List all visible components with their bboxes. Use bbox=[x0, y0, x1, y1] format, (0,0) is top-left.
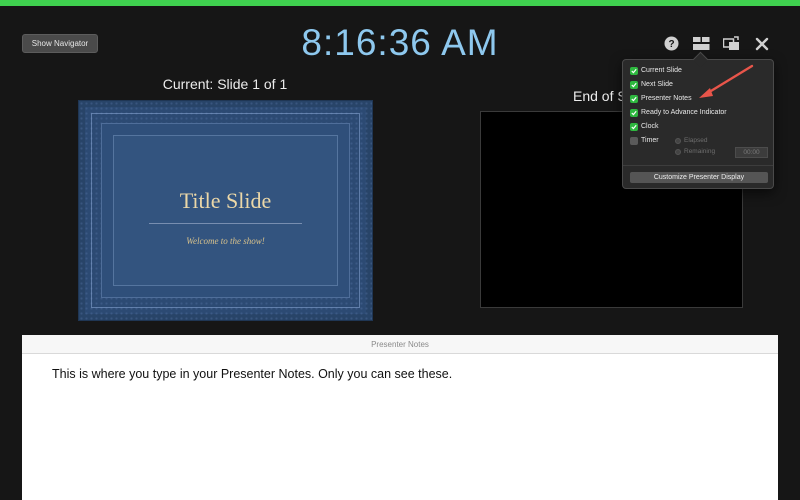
option-label: Timer bbox=[641, 137, 659, 144]
presenter-notes-panel: Presenter Notes This is where you type i… bbox=[22, 335, 778, 500]
checkbox-unchecked-icon[interactable] bbox=[630, 136, 638, 145]
option-current-slide[interactable]: Current Slide bbox=[630, 65, 682, 76]
option-label: Next Slide bbox=[641, 81, 673, 88]
option-label: Ready to Advance Indicator bbox=[641, 109, 727, 116]
radio-label: Elapsed bbox=[684, 137, 708, 144]
radio-icon bbox=[675, 148, 681, 155]
timer-elapsed-radio[interactable]: Elapsed bbox=[675, 137, 708, 144]
help-icon[interactable]: ? bbox=[663, 35, 680, 52]
ready-indicator-bar bbox=[0, 0, 800, 6]
layout-options-popover: Current Slide Next Slide Presenter Notes… bbox=[622, 59, 774, 189]
presenter-notes-text[interactable]: This is where you type in your Presenter… bbox=[22, 354, 778, 394]
show-navigator-button[interactable]: Show Navigator bbox=[22, 34, 98, 53]
layout-icon[interactable] bbox=[693, 35, 710, 52]
timer-duration-field[interactable]: 00:00 bbox=[735, 147, 768, 158]
svg-text:?: ? bbox=[668, 39, 674, 50]
radio-icon bbox=[675, 137, 681, 144]
checkbox-checked-icon[interactable] bbox=[630, 66, 638, 75]
option-label: Clock bbox=[641, 123, 659, 130]
customize-presenter-display-button[interactable]: Customize Presenter Display bbox=[630, 172, 768, 183]
next-slide-label: End of S bbox=[573, 88, 627, 104]
toolbar-icons: ? bbox=[663, 35, 770, 52]
close-icon[interactable] bbox=[753, 35, 770, 52]
option-ready-indicator[interactable]: Ready to Advance Indicator bbox=[630, 107, 727, 118]
option-label: Current Slide bbox=[641, 67, 682, 74]
timer-remaining-radio[interactable]: Remaining bbox=[675, 148, 715, 155]
option-clock[interactable]: Clock bbox=[630, 121, 659, 132]
presenter-notes-header: Presenter Notes bbox=[22, 335, 778, 354]
current-slide-label: Current: Slide 1 of 1 bbox=[162, 76, 288, 92]
option-label: Presenter Notes bbox=[641, 95, 692, 102]
swap-displays-icon[interactable] bbox=[723, 35, 740, 52]
checkbox-checked-icon[interactable] bbox=[630, 122, 638, 131]
option-presenter-notes[interactable]: Presenter Notes bbox=[630, 93, 692, 104]
current-slide-preview: Title Slide Welcome to the show! bbox=[78, 100, 373, 321]
checkbox-checked-icon[interactable] bbox=[630, 108, 638, 117]
checkbox-checked-icon[interactable] bbox=[630, 80, 638, 89]
option-next-slide[interactable]: Next Slide bbox=[630, 79, 673, 90]
option-timer[interactable]: Timer bbox=[630, 135, 659, 146]
radio-label: Remaining bbox=[684, 148, 716, 155]
slide-subtitle: Welcome to the show! bbox=[186, 236, 265, 246]
popover-divider bbox=[623, 165, 773, 166]
checkbox-checked-icon[interactable] bbox=[630, 94, 638, 103]
clock: 8:16:36 AM bbox=[301, 22, 499, 63]
slide-title: Title Slide bbox=[179, 188, 272, 213]
